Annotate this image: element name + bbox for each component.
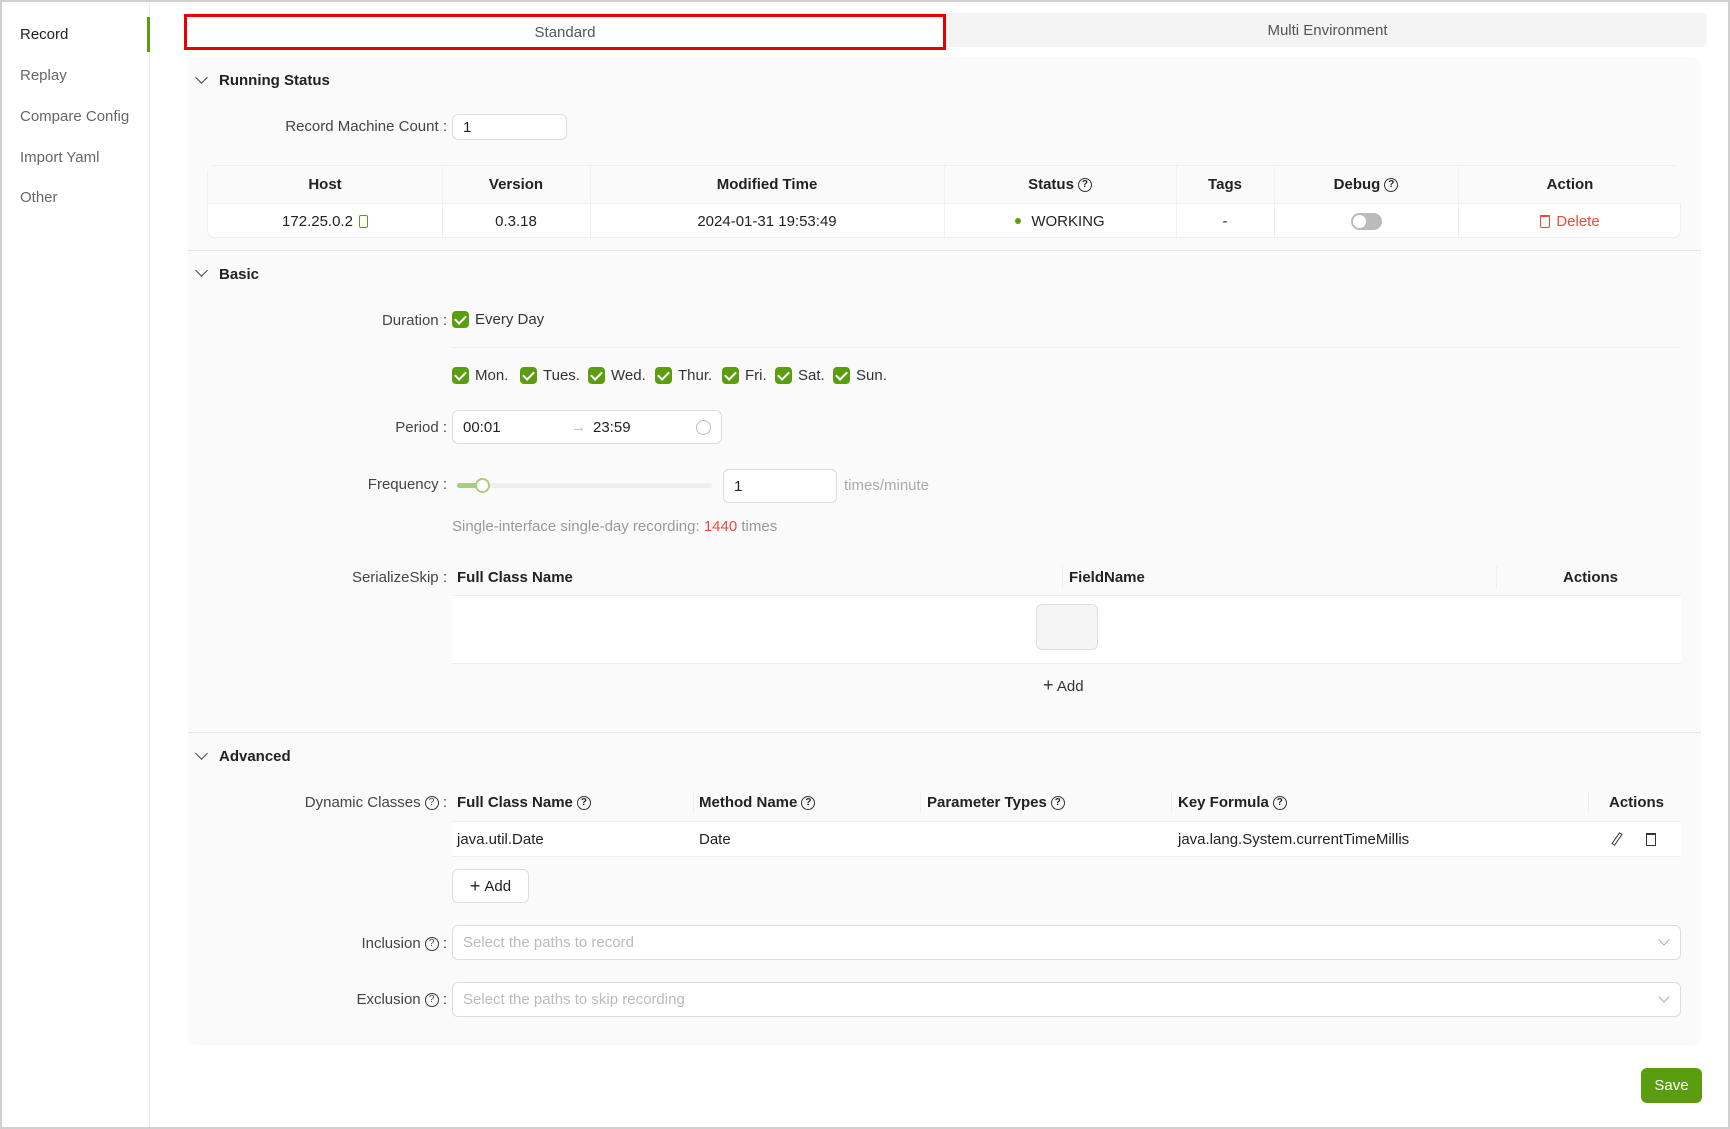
period-range-picker[interactable]: 00:01 → 23:59: [452, 410, 722, 444]
serialize-skip-label: SerializeSkip :: [351, 569, 447, 586]
divider: [452, 347, 1681, 348]
slider-handle[interactable]: [475, 478, 490, 493]
help-icon[interactable]: ?: [1272, 796, 1287, 811]
chevron-down-icon: [1658, 934, 1670, 946]
status-dot-icon: [1015, 218, 1022, 224]
tab-standard[interactable]: Standard: [184, 14, 946, 50]
inclusion-label: Inclusion? :: [361, 935, 447, 952]
period-label: Period :: [395, 419, 447, 436]
help-icon[interactable]: ?: [1050, 796, 1065, 811]
save-button[interactable]: Save: [1641, 1068, 1702, 1103]
col-actions: Actions: [1609, 794, 1665, 811]
col-host: Host: [208, 166, 442, 203]
sidebar-item-import-yaml[interactable]: Import Yaml: [20, 149, 99, 166]
debug-toggle[interactable]: [1274, 203, 1458, 239]
frequency-input[interactable]: 1: [723, 469, 837, 503]
day-checkbox-sun[interactable]: Sun.: [833, 367, 887, 384]
period-start[interactable]: 00:01: [463, 419, 501, 436]
help-icon[interactable]: ?: [576, 796, 591, 811]
sidebar-active-indicator: [147, 17, 150, 52]
tab-multi-environment[interactable]: Multi Environment: [948, 13, 1707, 47]
serialize-skip-empty: [452, 595, 1681, 664]
help-icon[interactable]: ?: [424, 993, 439, 1008]
sidebar-item-replay[interactable]: Replay: [20, 67, 67, 84]
col-tags: Tags: [1176, 166, 1274, 203]
recording-hint: Single-interface single-day recording: 1…: [452, 518, 778, 535]
plus-icon: +: [1043, 675, 1054, 695]
day-checkbox-wed[interactable]: Wed.: [588, 367, 646, 384]
col-version: Version: [442, 166, 590, 203]
help-icon[interactable]: ?: [1384, 177, 1399, 192]
empty-inbox-icon: [1036, 604, 1098, 650]
help-icon[interactable]: ?: [424, 937, 439, 952]
exclusion-select[interactable]: Select the paths to skip recording: [452, 982, 1681, 1017]
col-actions: Actions: [1563, 569, 1619, 586]
col-modified: Modified Time: [590, 166, 944, 203]
table-row: java.util.Date Date java.lang.System.cur…: [452, 821, 1681, 857]
exclusion-label: Exclusion? :: [356, 991, 447, 1008]
chevron-down-icon: [1658, 991, 1670, 1003]
sidebar-item-other[interactable]: Other: [20, 189, 58, 206]
col-action: Action: [1458, 166, 1682, 203]
status-badge: WORKING: [944, 203, 1176, 239]
every-day-checkbox[interactable]: Every Day: [452, 311, 544, 328]
dynamic-add-button[interactable]: + Add: [452, 869, 529, 903]
col-status: Status?: [944, 166, 1176, 203]
clock-icon: [696, 419, 711, 435]
serialize-add-button[interactable]: + Add: [1043, 675, 1084, 696]
section-advanced[interactable]: Advanced: [219, 748, 291, 765]
dynamic-classes-label: Dynamic Classes? :: [304, 794, 447, 811]
day-checkbox-mon[interactable]: Mon.: [452, 367, 508, 384]
divider: [188, 732, 1701, 733]
cell-formula: java.lang.System.currentTimeMillis: [1178, 831, 1410, 848]
col-method-name: Method Name?: [699, 794, 816, 811]
section-basic[interactable]: Basic: [219, 266, 259, 283]
cell-method: Date: [699, 831, 731, 848]
trash-icon: [1540, 214, 1551, 228]
machine-table: Host Version Modified Time Status? Tags …: [207, 165, 1682, 239]
frequency-unit: times/minute: [844, 477, 930, 494]
sidebar-item-record[interactable]: Record: [20, 26, 68, 43]
day-checkbox-tue[interactable]: Tues.: [520, 367, 580, 384]
col-field-name: FieldName: [1069, 569, 1145, 586]
day-checkbox-thu[interactable]: Thur.: [655, 367, 712, 384]
col-key-formula: Key Formula?: [1178, 794, 1287, 811]
arrow-right-icon: →: [571, 418, 586, 436]
delete-button[interactable]: Delete: [1458, 203, 1682, 239]
section-running-status[interactable]: Running Status: [219, 72, 330, 89]
col-debug: Debug?: [1274, 166, 1458, 203]
machine-count-label: Record Machine Count :: [285, 118, 447, 135]
col-parameter-types: Parameter Types?: [927, 794, 1065, 811]
col-full-class-name: Full Class Name?: [457, 794, 591, 811]
cell-class: java.util.Date: [457, 831, 544, 848]
help-icon[interactable]: ?: [1077, 177, 1092, 192]
cell-tags: -: [1222, 212, 1228, 230]
trash-icon[interactable]: [1646, 833, 1656, 846]
duration-label: Duration :: [381, 312, 447, 329]
sidebar: [0, 0, 150, 1129]
copy-icon[interactable]: [358, 214, 368, 228]
sidebar-item-compare-config[interactable]: Compare Config: [20, 108, 129, 125]
edit-icon[interactable]: [1611, 832, 1623, 846]
period-end[interactable]: 23:59: [593, 419, 631, 436]
cell-version: 0.3.18: [495, 212, 537, 230]
help-icon[interactable]: ?: [801, 796, 816, 811]
plus-icon: +: [469, 875, 481, 896]
divider: [188, 250, 1701, 251]
frequency-slider[interactable]: [457, 478, 712, 493]
inclusion-select[interactable]: Select the paths to record: [452, 925, 1681, 960]
col-full-class-name: Full Class Name: [457, 569, 573, 586]
help-icon[interactable]: ?: [424, 796, 439, 811]
day-checkbox-fri[interactable]: Fri.: [722, 367, 767, 384]
cell-host: 172.25.0.2: [208, 203, 442, 239]
frequency-label: Frequency :: [367, 476, 447, 493]
day-checkbox-sat[interactable]: Sat.: [775, 367, 825, 384]
cell-modified: 2024-01-31 19:53:49: [697, 212, 837, 230]
machine-count-input[interactable]: 1: [452, 114, 567, 140]
